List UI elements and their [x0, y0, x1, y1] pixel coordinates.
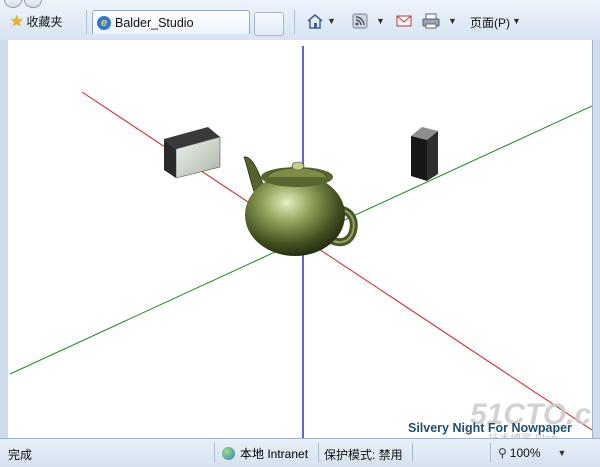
status-text: 完成 — [8, 448, 33, 462]
tab-title: Balder_Studio — [115, 15, 194, 30]
printer-icon — [422, 13, 440, 29]
security-zone[interactable]: 本地 Intranet — [222, 445, 308, 462]
zoom-control[interactable]: ⚲ 100% ▼ — [498, 446, 566, 460]
forward-button[interactable] — [24, 0, 42, 8]
chevron-down-icon[interactable]: ▼ — [376, 16, 385, 26]
separator — [294, 10, 295, 34]
favorites-button[interactable]: ★ 收藏夹 — [10, 11, 62, 31]
globe-icon — [222, 447, 235, 460]
teapot — [243, 156, 358, 256]
separator — [214, 443, 215, 462]
silverlight-3d-viewport[interactable]: 51CTO.com 技术博客 Blog Silvery Night For No… — [8, 40, 592, 438]
dark-box — [411, 127, 438, 181]
zoom-level: 100% — [509, 446, 541, 460]
caption-watermark: Silvery Night For Nowpaper — [408, 421, 572, 435]
favorites-label: 收藏夹 — [26, 14, 63, 29]
x-axis-line — [81, 91, 592, 431]
zone-label: 本地 Intranet — [240, 447, 309, 461]
print-button[interactable]: ▼ — [422, 12, 457, 30]
chevron-down-icon[interactable]: ▼ — [558, 448, 567, 458]
tab-balder-studio[interactable]: e Balder_Studio — [92, 10, 250, 34]
separator — [318, 443, 319, 462]
new-tab-button[interactable] — [254, 12, 284, 36]
magnifier-icon: ⚲ — [498, 446, 507, 460]
home-button[interactable]: ▼ — [306, 12, 336, 30]
mail-icon — [396, 15, 412, 27]
page-menu[interactable]: 页面(P) — [470, 14, 510, 31]
window-frame-right — [592, 40, 600, 438]
separator — [86, 10, 87, 34]
home-icon — [307, 14, 323, 29]
chevron-down-icon[interactable]: ▼ — [327, 16, 336, 26]
separator — [412, 443, 413, 462]
separator — [490, 443, 491, 462]
star-icon: ★ — [10, 12, 24, 30]
command-bar: ★ 收藏夹 e Balder_Studio ▼ ▼ ▼ 页面(P) ▼ — [0, 0, 600, 41]
white-box — [164, 127, 221, 179]
scene-canvas — [9, 46, 592, 438]
chevron-down-icon[interactable]: ▼ — [512, 16, 521, 26]
feeds-button[interactable]: ▼ — [352, 12, 385, 30]
protected-mode-label: 保护模式: 禁用 — [324, 448, 403, 462]
back-button[interactable] — [4, 0, 22, 8]
status-bar: 完成 本地 Intranet 保护模式: 禁用 ⚲ 100% ▼ — [0, 438, 600, 467]
mail-button[interactable] — [396, 12, 412, 30]
ie-icon: e — [97, 15, 111, 30]
rss-icon — [352, 13, 368, 29]
chevron-down-icon[interactable]: ▼ — [448, 16, 457, 26]
